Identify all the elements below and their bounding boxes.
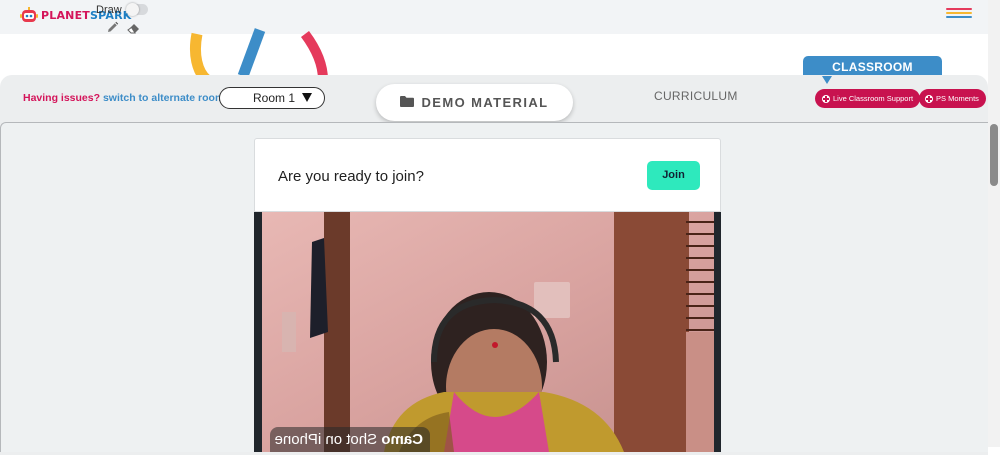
hamburger-menu-icon[interactable] xyxy=(946,8,972,22)
ps-moments-button[interactable]: PS Moments xyxy=(919,89,986,108)
robot-logo-icon xyxy=(20,6,38,24)
classroom-caret-icon xyxy=(822,76,832,84)
draw-label: Draw xyxy=(96,4,122,16)
room-select-value: Room 1 xyxy=(253,91,296,105)
watermark-brand: Camo xyxy=(381,431,423,448)
draw-toggle[interactable] xyxy=(126,3,148,16)
tab-curriculum[interactable]: CURRICULUM xyxy=(654,89,738,103)
room-select[interactable]: Room 1 xyxy=(219,87,325,109)
scrollbar-thumb[interactable] xyxy=(990,124,998,186)
eraser-icon[interactable] xyxy=(127,21,141,39)
live-support-button[interactable]: Live Classroom Support xyxy=(815,89,921,108)
decorative-arcs xyxy=(189,28,328,80)
live-support-label: Live Classroom Support xyxy=(833,94,914,103)
top-bar xyxy=(0,0,988,34)
join-prompt: Are you ready to join? xyxy=(278,168,424,185)
demo-material-button[interactable]: DEMO MATERIAL xyxy=(376,84,573,121)
join-card: Are you ready to join? Join xyxy=(254,138,721,212)
menu-stripe-red xyxy=(946,8,972,10)
switch-room-link[interactable]: switch to alternate room xyxy=(103,92,224,104)
pencil-icon[interactable] xyxy=(106,21,119,39)
issues-text: Having issues? xyxy=(23,92,101,104)
dropdown-caret-icon xyxy=(302,93,312,102)
video-preview: Camo Shot on iPhone xyxy=(254,212,721,452)
plus-circle-icon xyxy=(925,94,933,103)
page-scrollbar[interactable] xyxy=(988,0,1000,447)
camo-watermark: Camo Shot on iPhone xyxy=(270,427,430,452)
issues-notice: Having issues? switch to alternate room xyxy=(23,92,224,104)
menu-stripe-blue xyxy=(946,16,972,18)
join-button[interactable]: Join xyxy=(647,161,700,190)
watermark-text: Shot on iPhone xyxy=(274,431,378,448)
folder-icon xyxy=(400,95,415,110)
plus-circle-icon xyxy=(822,94,830,103)
menu-stripe-yellow xyxy=(946,12,972,14)
demo-material-label: DEMO MATERIAL xyxy=(421,95,549,110)
ps-moments-label: PS Moments xyxy=(936,94,979,103)
toggle-knob xyxy=(126,3,139,16)
logo-text-planet: PLANET xyxy=(41,8,91,22)
camera-feed-image xyxy=(254,212,721,452)
